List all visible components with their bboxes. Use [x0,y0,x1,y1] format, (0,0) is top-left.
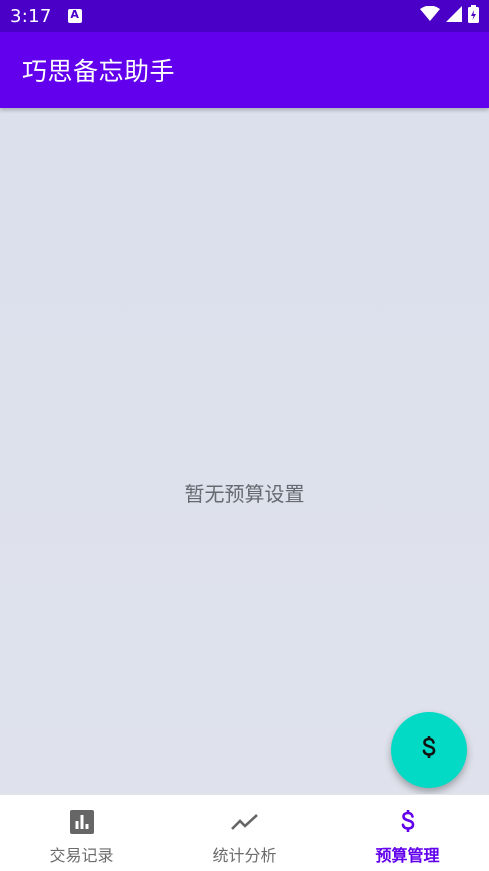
empty-state-message: 暂无预算设置 [184,482,305,506]
nav-label: 预算管理 [375,846,440,865]
dollar-icon [394,808,422,836]
dollar-icon [417,735,441,765]
nav-item-transactions[interactable]: 交易记录 [0,795,163,871]
budget-content-area: 暂无预算设置 [0,108,489,794]
trending-line-icon [230,808,259,836]
status-time: 3:17 [10,5,52,27]
signal-icon [446,6,462,26]
nav-label: 交易记录 [49,846,114,865]
a-notification-icon [67,8,82,23]
status-icons [420,5,479,27]
status-bar: 3:17 [0,0,489,32]
bar-chart-icon [68,808,96,836]
nav-item-statistics[interactable]: 统计分析 [163,795,326,871]
add-budget-fab-button[interactable] [391,712,467,788]
nav-label: 统计分析 [212,846,277,865]
wifi-icon [420,5,440,26]
battery-icon [468,5,479,27]
app-bar: 巧思备忘助手 [0,32,489,108]
bottom-navigation: 交易记录 统计分析 预算管理 [0,794,489,871]
nav-item-budget[interactable]: 预算管理 [326,795,489,871]
app-title: 巧思备忘助手 [22,57,176,86]
